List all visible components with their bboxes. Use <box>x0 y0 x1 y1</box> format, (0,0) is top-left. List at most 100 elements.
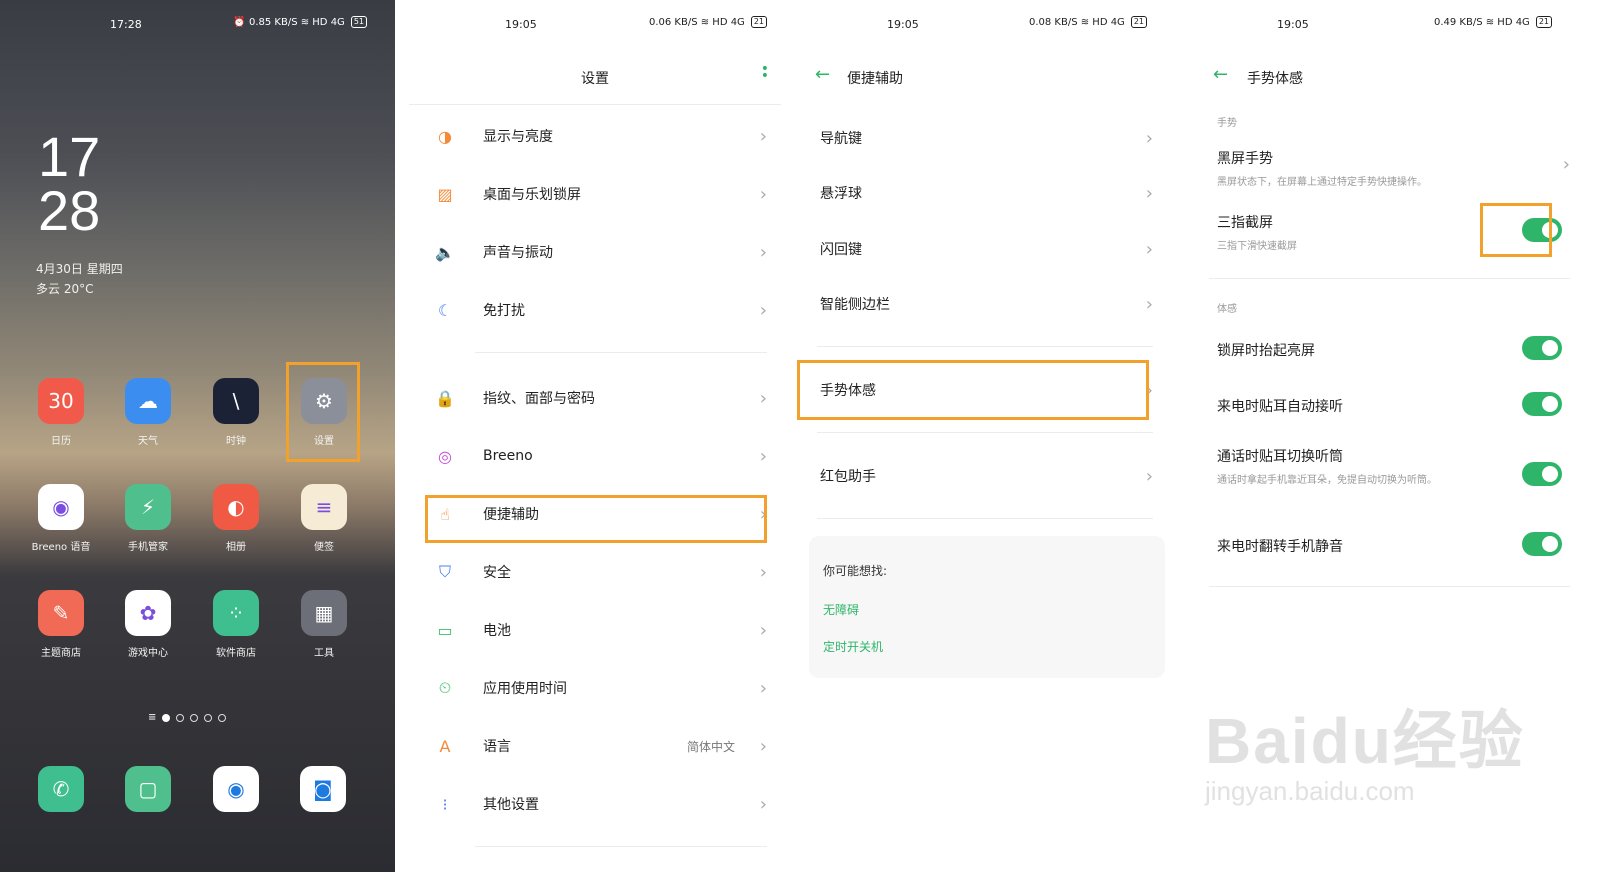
settings-item-wallpaper[interactable]: ▨ 桌面与乐划锁屏 › <box>395 166 795 222</box>
status-time: 19:05 <box>887 18 919 31</box>
status-indicators: 0.06 KB/S ≋ HD 4G <box>648 16 745 28</box>
more-icon: ⁝ <box>442 794 448 814</box>
settings-item-moon[interactable]: ☾ 免打扰 › <box>395 282 795 338</box>
app-clock[interactable]: \ 时钟 <box>196 378 276 447</box>
home-screen-panel: 17:28 ⏰ 0.85 KB/S ≋ HD 4G 51 17 28 4月30日… <box>0 0 395 872</box>
app-label: 天气 <box>138 436 158 447</box>
menu-lines-icon: ≡ <box>148 712 157 723</box>
chevron-right-icon: › <box>1145 293 1153 315</box>
assist-header: ← 便捷辅助 <box>795 62 1195 92</box>
settings-item-screen-time[interactable]: ⏲ 应用使用时间 › <box>395 660 795 716</box>
status-icons: 0.08 KB/S ≋ HD 4G 21 <box>1029 16 1147 28</box>
battery-icon: ▭ <box>437 620 453 640</box>
settings-item-label: 桌面与乐划锁屏 <box>483 187 581 203</box>
display-icon: ◑ <box>438 126 452 146</box>
section-label-motion: 体感 <box>1217 304 1237 315</box>
page-title: 手势体感 <box>1247 71 1303 87</box>
store-icon: ⁘ <box>213 590 259 636</box>
battery-icon: 21 <box>750 16 767 28</box>
auto-answer-toggle[interactable] <box>1522 392 1562 416</box>
app-tools-folder[interactable]: ▦ 工具 <box>284 590 364 659</box>
back-arrow-icon[interactable]: ← <box>1213 64 1228 85</box>
settings-item-label: 应用使用时间 <box>483 681 567 697</box>
settings-item-label: Breeno <box>483 448 533 464</box>
status-time: 19:05 <box>1277 18 1309 31</box>
app-store[interactable]: ⁘ 软件商店 <box>196 590 276 659</box>
section-label-gesture: 手势 <box>1217 118 1237 129</box>
black-screen-gesture-option[interactable]: 黑屏手势 黑屏状态下，在屏幕上通过特定手势快捷操作。 <box>1217 148 1570 192</box>
settings-item-display[interactable]: ◑ 显示与亮度 › <box>395 108 795 164</box>
settings-item-battery[interactable]: ▭ 电池 › <box>395 602 795 658</box>
option-title: 黑屏手势 <box>1217 151 1273 167</box>
assist-item-2[interactable]: 闪回键 › <box>795 221 1195 277</box>
chevron-right-icon: › <box>1145 238 1153 260</box>
assist-panel: 19:05 0.08 KB/S ≋ HD 4G 21 ← 便捷辅助 导航键 › 悬浮… <box>795 0 1195 872</box>
app-shield[interactable]: ⚡ 手机管家 <box>108 484 188 553</box>
page-dot <box>204 713 213 722</box>
option-title: 来电时贴耳自动接听 <box>1217 399 1343 415</box>
more-options-icon[interactable]: • • <box>761 62 769 83</box>
weather-icon: ☁ <box>125 378 171 424</box>
gesture-item-highlight <box>797 360 1149 420</box>
assist-item-label: 悬浮球 <box>820 186 862 202</box>
app-label: Breeno 语音 <box>31 542 91 553</box>
phone-icon[interactable]: ✆ <box>38 766 84 812</box>
camera-icon[interactable]: ◙ <box>300 766 346 812</box>
suggestion-link-accessibility[interactable]: 无障碍 <box>823 601 1151 618</box>
divider <box>817 432 1153 433</box>
divider <box>1209 278 1570 279</box>
settings-item-label: 指纹、面部与密码 <box>483 391 595 407</box>
page-dot <box>162 713 171 722</box>
weather-text: 多云 20°C <box>36 282 94 296</box>
status-time: 19:05 <box>505 18 537 31</box>
messages-icon[interactable]: ▢ <box>125 766 171 812</box>
browser-icon[interactable]: ◉ <box>213 766 259 812</box>
app-weather[interactable]: ☁ 天气 <box>108 378 188 447</box>
divider <box>475 352 767 353</box>
app-label: 日历 <box>51 436 71 447</box>
settings-item-breeno[interactable]: ◎ Breeno › <box>395 428 795 484</box>
page-indicator[interactable]: ≡ <box>148 712 227 723</box>
shield-icon: ⚡ <box>125 484 171 530</box>
raise-to-wake-option: 锁屏时抬起亮屏 <box>1217 340 1570 360</box>
chevron-right-icon: › <box>1145 182 1153 204</box>
status-bar: 17:28 ⏰ 0.85 KB/S ≋ HD 4G 51 <box>0 14 395 34</box>
settings-item-sound[interactable]: 🔈 声音与振动 › <box>395 224 795 280</box>
suggestion-link-scheduled-power[interactable]: 定时开关机 <box>823 638 1151 655</box>
settings-item-label: 声音与振动 <box>483 245 553 261</box>
settings-item-lock[interactable]: 🔒 指纹、面部与密码 › <box>395 370 795 426</box>
security-icon: ⛉ <box>438 562 451 581</box>
game-icon: ✿ <box>125 590 171 636</box>
clock-icon: \ <box>213 378 259 424</box>
back-arrow-icon[interactable]: ← <box>815 64 830 85</box>
status-indicators: ⏰ 0.85 KB/S ≋ HD 4G <box>233 16 345 28</box>
status-indicators: 0.49 KB/S ≋ HD 4G <box>1433 16 1530 28</box>
moon-icon: ☾ <box>437 300 453 320</box>
settings-item-security[interactable]: ⛉ 安全 › <box>395 544 795 600</box>
chevron-right-icon: › <box>759 677 767 699</box>
app-label: 工具 <box>314 648 334 659</box>
settings-item-language[interactable]: A 语言 简体中文 › <box>395 718 795 774</box>
assist-item-1[interactable]: 悬浮球 › <box>795 165 1195 221</box>
app-calendar[interactable]: 30 日历 <box>21 378 101 447</box>
flip-to-mute-option: 来电时翻转手机静音 <box>1217 536 1570 556</box>
assist-item-5[interactable]: 红包助手 › <box>795 448 1195 504</box>
language-icon: A <box>439 736 451 756</box>
raise-to-wake-toggle[interactable] <box>1522 336 1562 360</box>
suggestion-card: 你可能想找: 无障碍 定时开关机 <box>809 536 1165 678</box>
assist-item-0[interactable]: 导航键 › <box>795 110 1195 166</box>
clock-minute: 28 <box>38 179 101 242</box>
tools-folder-icon: ▦ <box>301 590 347 636</box>
flip-to-mute-toggle[interactable] <box>1522 532 1562 556</box>
app-photos[interactable]: ◐ 相册 <box>196 484 276 553</box>
switch-to-earpiece-toggle[interactable] <box>1522 462 1562 486</box>
settings-item-more[interactable]: ⁝ 其他设置 › <box>395 776 795 832</box>
clock-widget[interactable]: 17 28 <box>38 129 101 242</box>
settings-header: 设置 • • <box>395 62 795 92</box>
divider <box>409 104 781 105</box>
app-breeno[interactable]: ◉ Breeno 语音 <box>21 484 101 553</box>
assist-item-3[interactable]: 智能侧边栏 › <box>795 276 1195 332</box>
app-notes[interactable]: ≡ 便签 <box>284 484 364 553</box>
app-theme[interactable]: ✎ 主题商店 <box>21 590 101 659</box>
app-game[interactable]: ✿ 游戏中心 <box>108 590 188 659</box>
